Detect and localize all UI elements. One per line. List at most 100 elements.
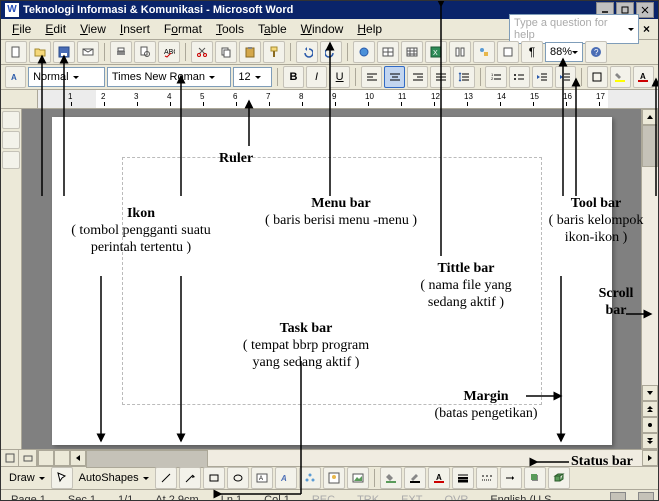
paragraph-marks-button[interactable]: ¶ xyxy=(521,41,543,63)
side-button-2[interactable] xyxy=(2,131,20,149)
3d-button[interactable] xyxy=(548,467,570,489)
vertical-scrollbar[interactable] xyxy=(641,109,658,449)
line-spacing-button[interactable] xyxy=(453,66,474,88)
highlight-button[interactable] xyxy=(610,66,631,88)
format-painter-button[interactable] xyxy=(263,41,285,63)
excel-button[interactable]: X xyxy=(425,41,447,63)
status-lang: English (U.S xyxy=(484,494,557,501)
numbering-button[interactable]: 12 xyxy=(485,66,506,88)
status-icon-1[interactable] xyxy=(610,492,626,501)
columns-button[interactable] xyxy=(449,41,471,63)
hscroll-thumb[interactable] xyxy=(86,450,208,468)
status-sec: Sec 1 xyxy=(62,494,102,501)
select-objects-button[interactable] xyxy=(51,467,73,489)
drawing-toggle-button[interactable] xyxy=(473,41,495,63)
menu-edit[interactable]: Edit xyxy=(38,20,73,38)
print-preview-button[interactable] xyxy=(134,41,156,63)
draw-menu[interactable]: Draw xyxy=(5,469,49,487)
styles-pane-button[interactable]: A xyxy=(5,66,26,88)
tables-button[interactable] xyxy=(377,41,399,63)
bold-button[interactable]: B xyxy=(283,66,304,88)
open-button[interactable] xyxy=(29,41,51,63)
side-button-1[interactable] xyxy=(2,111,20,129)
menu-file[interactable]: File xyxy=(5,20,38,38)
arrow-style-button[interactable] xyxy=(500,467,522,489)
underline-button[interactable]: U xyxy=(329,66,350,88)
scroll-up-button[interactable] xyxy=(642,109,658,125)
clipart-button[interactable] xyxy=(323,467,345,489)
wordart-button[interactable]: A xyxy=(275,467,297,489)
scroll-right-button[interactable] xyxy=(642,450,658,466)
help-button[interactable]: ? xyxy=(585,41,607,63)
menu-table[interactable]: Table xyxy=(251,20,294,38)
print-view-button[interactable] xyxy=(38,450,54,466)
menu-tools[interactable]: Tools xyxy=(209,20,251,38)
cut-button[interactable] xyxy=(191,41,213,63)
line-color-button[interactable] xyxy=(404,467,426,489)
menu-view[interactable]: View xyxy=(73,20,113,38)
side-button-3[interactable] xyxy=(2,151,20,169)
zoom-combo[interactable]: 88% xyxy=(545,42,583,62)
arrow-button[interactable] xyxy=(179,467,201,489)
prev-page-button[interactable] xyxy=(642,401,658,417)
scroll-thumb[interactable] xyxy=(642,125,658,167)
diagram-button[interactable] xyxy=(299,467,321,489)
decrease-indent-button[interactable] xyxy=(532,66,553,88)
status-ovr: OVR xyxy=(438,494,474,501)
bullets-button[interactable] xyxy=(509,66,530,88)
textbox-button[interactable]: A xyxy=(251,467,273,489)
next-page-button[interactable] xyxy=(642,433,658,449)
align-right-button[interactable] xyxy=(407,66,428,88)
line-style-button[interactable] xyxy=(452,467,474,489)
menu-help[interactable]: Help xyxy=(350,20,389,38)
help-placeholder: Type a question for help xyxy=(514,17,628,41)
email-button[interactable] xyxy=(77,41,99,63)
copy-button[interactable] xyxy=(215,41,237,63)
document-page[interactable] xyxy=(52,117,612,445)
picture-button[interactable] xyxy=(347,467,369,489)
close-doc-button[interactable]: × xyxy=(643,22,650,36)
save-button[interactable] xyxy=(53,41,75,63)
menu-format[interactable]: Format xyxy=(157,20,209,38)
autoshapes-menu[interactable]: AutoShapes xyxy=(75,469,153,487)
docmap-button[interactable] xyxy=(497,41,519,63)
help-search[interactable]: Type a question for help xyxy=(509,14,639,44)
align-left-button[interactable] xyxy=(361,66,382,88)
menu-window[interactable]: Window xyxy=(294,20,351,38)
chevron-down-icon xyxy=(209,76,215,82)
shadow-button[interactable] xyxy=(524,467,546,489)
dash-style-button[interactable] xyxy=(476,467,498,489)
borders-button[interactable] xyxy=(587,66,608,88)
outline-view-button[interactable] xyxy=(54,450,70,466)
paste-button[interactable] xyxy=(239,41,261,63)
undo-button[interactable] xyxy=(296,41,318,63)
status-icon-2[interactable] xyxy=(638,492,654,501)
scroll-down-button[interactable] xyxy=(642,385,658,401)
increase-indent-button[interactable] xyxy=(555,66,576,88)
normal-view-button[interactable] xyxy=(1,450,19,466)
browse-object-button[interactable] xyxy=(642,417,658,433)
web-view-button[interactable] xyxy=(19,450,37,466)
oval-button[interactable] xyxy=(227,467,249,489)
italic-button[interactable]: I xyxy=(306,66,327,88)
scroll-left-button[interactable] xyxy=(70,450,86,466)
align-center-button[interactable] xyxy=(384,66,405,88)
font-color-draw-button[interactable]: A xyxy=(428,467,450,489)
line-button[interactable] xyxy=(155,467,177,489)
align-justify-button[interactable] xyxy=(430,66,451,88)
rectangle-button[interactable] xyxy=(203,467,225,489)
menu-insert[interactable]: Insert xyxy=(113,20,157,38)
style-combo[interactable]: Normal xyxy=(28,67,105,87)
new-doc-button[interactable] xyxy=(5,41,27,63)
spellcheck-button[interactable]: ABC xyxy=(158,41,180,63)
insert-table-button[interactable] xyxy=(401,41,423,63)
insert-hyperlink-button[interactable] xyxy=(353,41,375,63)
fontsize-combo[interactable]: 12 xyxy=(233,67,272,87)
horizontal-scrollbar[interactable] xyxy=(1,449,658,466)
font-combo[interactable]: Times New Roman xyxy=(107,67,231,87)
redo-button[interactable] xyxy=(320,41,342,63)
print-button[interactable] xyxy=(110,41,132,63)
font-color-button[interactable]: A xyxy=(633,66,654,88)
horizontal-ruler[interactable]: 1234567891011121314151617 xyxy=(38,90,658,108)
fill-color-button[interactable] xyxy=(380,467,402,489)
